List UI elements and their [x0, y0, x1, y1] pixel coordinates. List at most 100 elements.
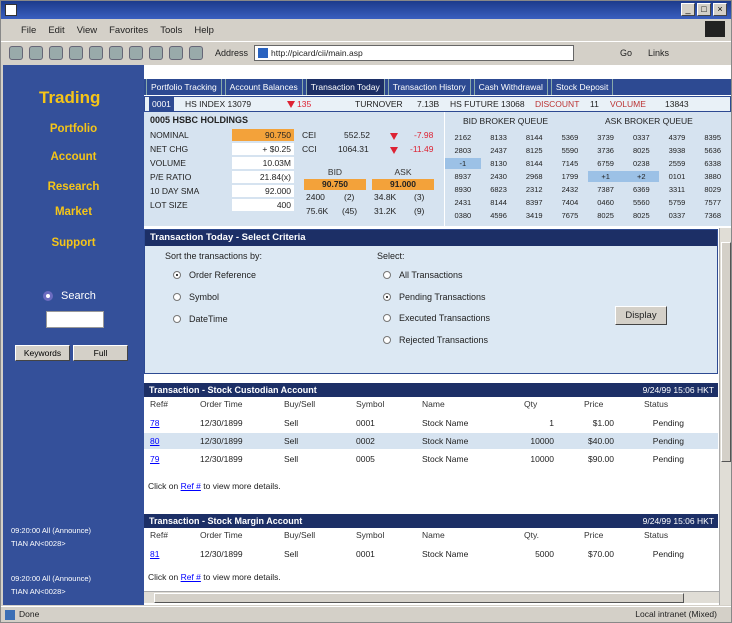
sort-radio-datetime[interactable]: [173, 315, 181, 323]
table-cell: 0005: [356, 454, 375, 464]
tab-cash-withdrawal[interactable]: Cash Withdrawal: [473, 79, 548, 95]
margin-timestamp: 9/24/99 15:06 HKT: [642, 516, 714, 526]
print-icon[interactable]: [189, 45, 203, 60]
go-button[interactable]: Go: [620, 48, 632, 58]
table-cell: $1.00: [592, 418, 614, 428]
table-cell: Sell: [284, 436, 299, 446]
page-icon: [5, 610, 15, 620]
refresh-icon[interactable]: [69, 45, 83, 60]
keywords-button[interactable]: Keywords: [15, 345, 70, 361]
ref-link[interactable]: 79: [150, 451, 159, 467]
menu-help[interactable]: Help: [194, 25, 214, 36]
margin-section: Transaction - Stock Margin Account 9/24/…: [144, 514, 718, 591]
queue-cell: 6759: [597, 159, 614, 168]
vertical-scrollbar[interactable]: [719, 228, 731, 605]
links-button[interactable]: Links: [648, 48, 669, 58]
queue-cell: 3419: [525, 211, 543, 220]
sort-option-label: DateTime: [189, 314, 228, 324]
tab-stock-deposit[interactable]: Stock Deposit: [550, 79, 614, 95]
note-suffix: to view more details.: [200, 572, 281, 582]
maximize-button[interactable]: □: [697, 3, 711, 16]
select-option-label: Pending Transactions: [399, 292, 486, 302]
menu-file[interactable]: File: [21, 25, 36, 36]
table-cell: Sell: [284, 418, 299, 428]
announcement-text[interactable]: TIAN AN<0028>: [11, 586, 66, 597]
favorites-icon[interactable]: [129, 45, 143, 60]
horizontal-scrollbar[interactable]: [144, 591, 719, 603]
quote-label: VOLUME: [150, 158, 186, 168]
close-button[interactable]: ×: [713, 3, 727, 16]
table-row: 80 12/30/1899 Sell 0002 Stock Name 10000 $40.0…: [144, 433, 718, 449]
ask-size: 34.8K: [374, 192, 397, 202]
criteria-title: Transaction Today - Select Criteria: [145, 230, 717, 246]
ref-link[interactable]: 80: [150, 433, 159, 449]
select-radio-rejected[interactable]: [383, 336, 391, 344]
volume-label: VOLUME: [610, 99, 646, 109]
select-radio-pending[interactable]: [383, 293, 391, 301]
search-input[interactable]: [46, 311, 104, 328]
sidebar-item-portfolio[interactable]: Portfolio: [3, 123, 144, 135]
market-ticker: 0001 HS INDEX 13079 135 TURNOVER 7.13B H…: [144, 96, 731, 112]
minimize-button[interactable]: _: [681, 3, 695, 16]
horizontal-scroll-thumb[interactable]: [154, 593, 684, 603]
address-field[interactable]: http://picard/cii/main.asp: [254, 44, 575, 61]
menu-view[interactable]: View: [77, 25, 97, 36]
ask-count: (3): [414, 192, 425, 202]
full-button[interactable]: Full: [73, 345, 128, 361]
table-cell: $40.00: [588, 436, 614, 446]
select-radio-executed[interactable]: [383, 314, 391, 322]
table-row: 81 12/30/1899 Sell 0001 Stock Name 5000 $70.00…: [144, 546, 718, 562]
sidebar-item-market[interactable]: Market: [3, 206, 144, 218]
back-icon[interactable]: [9, 45, 23, 60]
sidebar-item-research[interactable]: Research: [3, 181, 144, 193]
home-icon[interactable]: [89, 45, 103, 60]
vertical-scroll-thumb[interactable]: [721, 242, 731, 462]
announcement-time[interactable]: 09:20:00 All (Announce): [11, 525, 91, 536]
ref-link[interactable]: Ref #: [181, 481, 201, 491]
sort-radio-symbol[interactable]: [173, 293, 181, 301]
criteria-panel: Transaction Today - Select Criteria Sort…: [144, 229, 718, 374]
sidebar-item-account[interactable]: Account: [3, 151, 144, 163]
history-icon[interactable]: [149, 45, 163, 60]
tab-portfolio-tracking[interactable]: Portfolio Tracking: [146, 79, 222, 95]
table-cell: 10000: [530, 436, 554, 446]
select-option-label: Executed Transactions: [399, 313, 491, 323]
announcement-time[interactable]: 09:20:00 All (Announce): [11, 573, 91, 584]
ref-link[interactable]: Ref #: [181, 572, 201, 582]
column-header: Symbol: [356, 530, 385, 540]
select-radio-all[interactable]: [383, 271, 391, 279]
queue-cell: 0380: [454, 211, 472, 220]
windows-logo-icon: [705, 21, 725, 37]
queue-cell: 8144: [525, 133, 543, 142]
table-cell: 5000: [535, 549, 554, 559]
sidebar-item-support[interactable]: Support: [3, 237, 144, 249]
hsi-change: 135: [297, 99, 312, 109]
queue-cell: 6823: [490, 185, 507, 194]
ask-queue-title: ASK BROKER QUEUE: [605, 116, 693, 126]
queue-cell: 2431: [454, 198, 472, 207]
title-bar: _ □ ×: [1, 1, 731, 19]
tab-transaction-history[interactable]: Transaction History: [387, 79, 471, 95]
stop-icon[interactable]: [49, 45, 63, 60]
display-button[interactable]: Display: [615, 306, 667, 325]
queue-cell: 4596: [490, 211, 507, 220]
search-toolbar-icon[interactable]: [109, 45, 123, 60]
menu-tools[interactable]: Tools: [160, 25, 182, 36]
sort-radio-order-reference[interactable]: [173, 271, 181, 279]
queue-cell: 0337: [668, 211, 686, 220]
tab-transaction-today[interactable]: Transaction Today: [305, 79, 385, 95]
mail-icon[interactable]: [169, 45, 183, 60]
ref-link[interactable]: 81: [150, 546, 159, 562]
menu-favorites[interactable]: Favorites: [109, 25, 148, 36]
ref-link[interactable]: 78: [150, 415, 159, 431]
tab-account-balances[interactable]: Account Balances: [224, 79, 303, 95]
menu-edit[interactable]: Edit: [48, 25, 64, 36]
column-header: Status: [644, 399, 669, 409]
queue-cell: 7368: [704, 211, 721, 220]
announcement-text[interactable]: TIAN AN<0028>: [11, 538, 66, 549]
table-cell: Sell: [284, 454, 299, 464]
forward-icon[interactable]: [29, 45, 43, 60]
column-header: Qty: [524, 399, 538, 409]
margin-title: Transaction - Stock Margin Account 9/24/…: [144, 514, 718, 528]
ticker-code[interactable]: 0001: [149, 97, 174, 111]
